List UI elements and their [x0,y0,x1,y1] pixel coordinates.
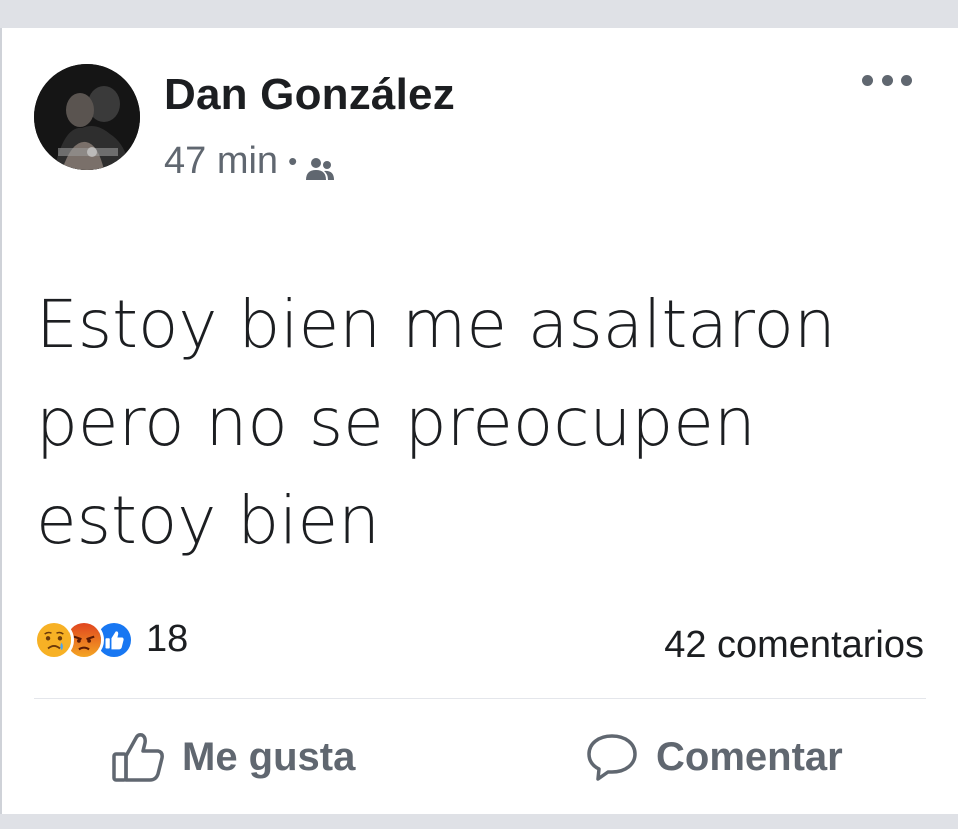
post-text: Estoy bien me asaltaron pero no se preoc… [36,286,836,559]
like-button[interactable]: Me gusta [110,730,355,784]
comment-button-label: Comentar [656,734,843,779]
sad-reaction-icon [34,619,74,660]
post-card: Dan González 47 min • Estoy bien me asal… [0,28,958,814]
post-meta: 47 min • [164,140,335,183]
post-time[interactable]: 47 min [164,140,278,183]
avatar[interactable] [34,64,140,170]
divider [34,698,926,699]
comments-count[interactable]: 42 comentarios [664,624,924,667]
reactions-summary[interactable]: 18 [34,618,188,661]
thumbs-up-icon [112,733,164,782]
comment-icon [587,734,637,781]
comment-button[interactable]: Comentar [584,730,843,784]
reaction-count: 18 [146,618,189,660]
like-button-label: Me gusta [182,734,356,779]
friends-icon[interactable] [305,149,335,180]
more-options-icon[interactable] [862,68,912,92]
author-name[interactable]: Dan González [164,70,455,120]
meta-separator: • [288,146,298,176]
